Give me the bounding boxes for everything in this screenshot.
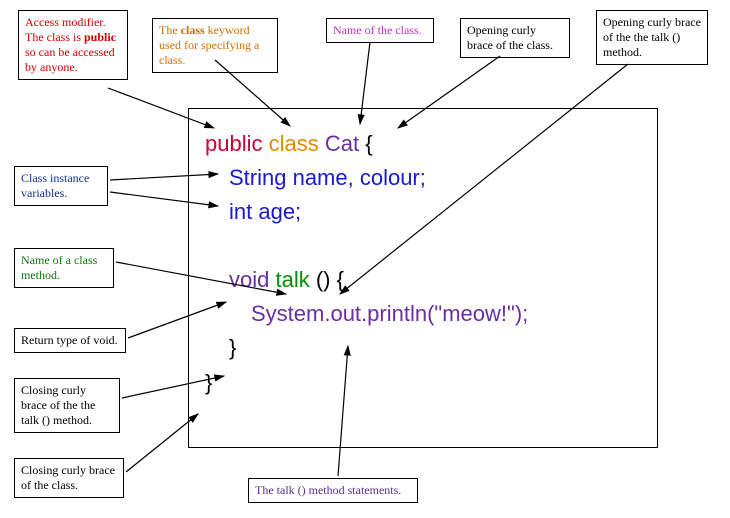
code-line-declaration: public class Cat { — [205, 127, 641, 161]
code-line-vars-int: int age; — [205, 195, 641, 229]
label-access-modifier: Access modifier. The class is public so … — [18, 10, 128, 80]
code-panel: public class Cat { String name, colour; … — [188, 108, 658, 448]
token-public: public — [205, 131, 262, 156]
code-blank — [205, 229, 641, 263]
token-string-vars: String name, colour; — [229, 165, 426, 190]
label-instance-vars: Class instance variables. — [14, 166, 108, 206]
label-open-brace-talk: Opening curly brace of the the talk () m… — [596, 10, 708, 65]
label-talk-statements: The talk () method statements. — [248, 478, 418, 503]
token-close-brace-method: } — [229, 335, 236, 360]
label-method-name: Name of a class method. — [14, 248, 114, 288]
token-class: class — [269, 131, 319, 156]
label-close-brace-talk: Closing curly brace of the the talk () m… — [14, 378, 120, 433]
label-class-keyword: The class keyword used for specifying a … — [152, 18, 278, 73]
label-return-type: Return type of void. — [14, 328, 126, 353]
token-statement: System.out.println("meow!"); — [251, 301, 528, 326]
label-class-name: Name of the class. — [326, 18, 434, 43]
token-open-brace-method: () { — [316, 267, 344, 292]
token-classname: Cat — [325, 131, 359, 156]
code-line-close-class: } — [205, 366, 641, 400]
token-int-var: int age; — [229, 199, 301, 224]
code-line-stmt: System.out.println("meow!"); — [205, 297, 641, 331]
token-open-brace-class: { — [365, 131, 372, 156]
token-close-brace-class: } — [205, 370, 212, 395]
token-void: void — [229, 267, 269, 292]
label-open-brace-class: Opening curly brace of the class. — [460, 18, 570, 58]
code-line-vars-string: String name, colour; — [205, 161, 641, 195]
code-line-close-method: } — [205, 331, 641, 365]
label-close-brace-class: Closing curly brace of the class. — [14, 458, 124, 498]
token-method-name: talk — [275, 267, 309, 292]
code-line-method-sig: void talk () { — [205, 263, 641, 297]
